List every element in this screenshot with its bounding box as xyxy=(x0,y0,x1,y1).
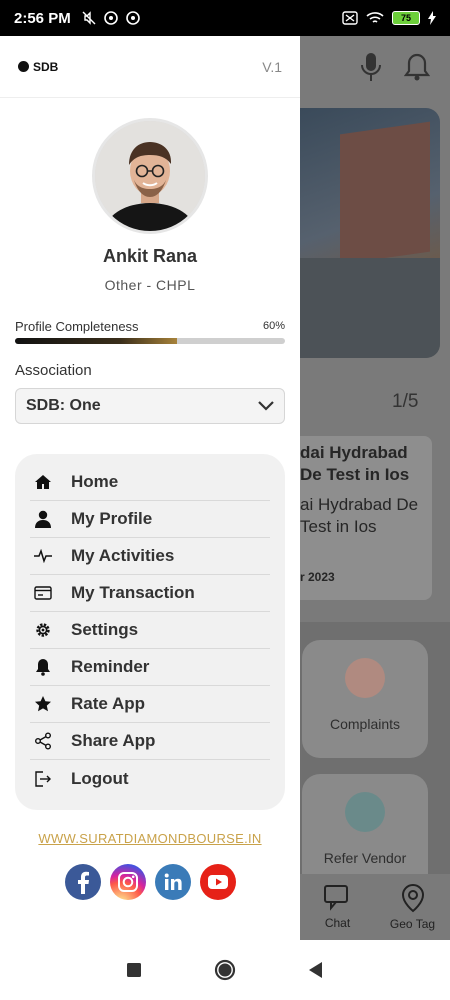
menu-item-my-transaction[interactable]: My Transaction xyxy=(30,575,270,612)
background-app: 1/5 dai Hydrabad De Test in Ios ai Hydra… xyxy=(300,36,450,940)
profile-completeness-bar xyxy=(15,338,285,344)
profile-completeness-fill xyxy=(15,338,177,344)
banner-image[interactable] xyxy=(300,108,440,358)
logo-mark-icon xyxy=(18,61,29,72)
social-links xyxy=(0,864,300,900)
chevron-down-icon xyxy=(258,401,274,411)
charging-icon xyxy=(428,11,436,25)
wifi-icon xyxy=(366,12,384,23)
home-button[interactable] xyxy=(214,959,236,981)
menu-item-reminder[interactable]: Reminder xyxy=(30,649,270,686)
activity-pulse-icon xyxy=(30,549,56,563)
person-icon xyxy=(30,510,56,528)
menu-item-rate-app[interactable]: Rate App xyxy=(30,686,270,723)
nav-geo-tag[interactable]: Geo Tag xyxy=(375,883,450,931)
app-version: V.1 xyxy=(262,58,282,75)
menu-item-home[interactable]: Home xyxy=(30,464,270,501)
facebook-icon[interactable] xyxy=(64,864,101,900)
navigation-drawer: SDB V.1 Ankit Rana Other - CHPL Profile … xyxy=(0,36,300,940)
bell-icon xyxy=(30,658,56,676)
user-role: Other - CHPL xyxy=(104,277,196,293)
card-icon xyxy=(30,586,56,600)
drawer-menu: Home My Profile My Activities My Transac… xyxy=(15,454,285,810)
association-select[interactable]: SDB: One xyxy=(15,388,285,424)
user-name: Ankit Rana xyxy=(102,246,198,266)
nav-chat[interactable]: Chat xyxy=(300,884,375,930)
logout-icon xyxy=(30,770,56,788)
menu-item-my-profile[interactable]: My Profile xyxy=(30,501,270,538)
avatar[interactable] xyxy=(92,118,208,234)
complaints-tile[interactable]: Complaints xyxy=(302,640,428,758)
news-card[interactable]: dai Hydrabad De Test in Ios ai Hydrabad … xyxy=(300,436,432,600)
drawer-header: SDB V.1 xyxy=(0,36,300,98)
association-value: SDB: One xyxy=(26,397,101,414)
website-link[interactable]: WWW.SURATDIAMONDBOURSE.IN xyxy=(0,831,300,846)
instagram-icon[interactable] xyxy=(109,864,146,900)
home-icon xyxy=(30,474,56,490)
no-sim-icon xyxy=(342,11,358,25)
refer-vendor-icon xyxy=(345,792,385,832)
notification-bell-icon[interactable] xyxy=(404,52,430,82)
linkedin-icon[interactable] xyxy=(154,864,191,900)
location-pin-icon xyxy=(401,883,424,913)
battery-indicator: 75 xyxy=(392,11,420,25)
profile-completeness-percent: 60% xyxy=(262,320,285,332)
menu-item-my-activities[interactable]: My Activities xyxy=(30,538,270,575)
recents-button[interactable] xyxy=(126,963,141,977)
mute-icon xyxy=(82,11,96,25)
share-icon xyxy=(30,732,56,750)
sync-icon xyxy=(103,11,118,25)
gear-icon xyxy=(30,621,56,639)
status-bar: 2:56 PM 75 xyxy=(0,0,450,36)
chat-icon xyxy=(323,885,348,911)
menu-item-settings[interactable]: Settings xyxy=(30,612,270,649)
complaints-icon xyxy=(345,658,385,698)
youtube-icon[interactable] xyxy=(199,864,236,900)
status-time: 2:56 PM xyxy=(14,9,71,27)
profile-completeness-label: Profile Completeness xyxy=(15,319,139,334)
system-nav-bar xyxy=(0,940,450,1000)
carousel-counter: 1/5 xyxy=(392,391,419,412)
sync-icon-2 xyxy=(125,11,140,25)
bottom-nav: Chat Geo Tag xyxy=(300,874,450,940)
sdb-logo: SDB xyxy=(18,60,58,74)
menu-item-share-app[interactable]: Share App xyxy=(30,723,270,760)
microphone-icon[interactable] xyxy=(360,52,382,82)
back-button[interactable] xyxy=(309,962,323,978)
association-label: Association xyxy=(15,362,92,379)
menu-item-logout[interactable]: Logout xyxy=(30,760,270,797)
star-icon xyxy=(30,695,56,713)
